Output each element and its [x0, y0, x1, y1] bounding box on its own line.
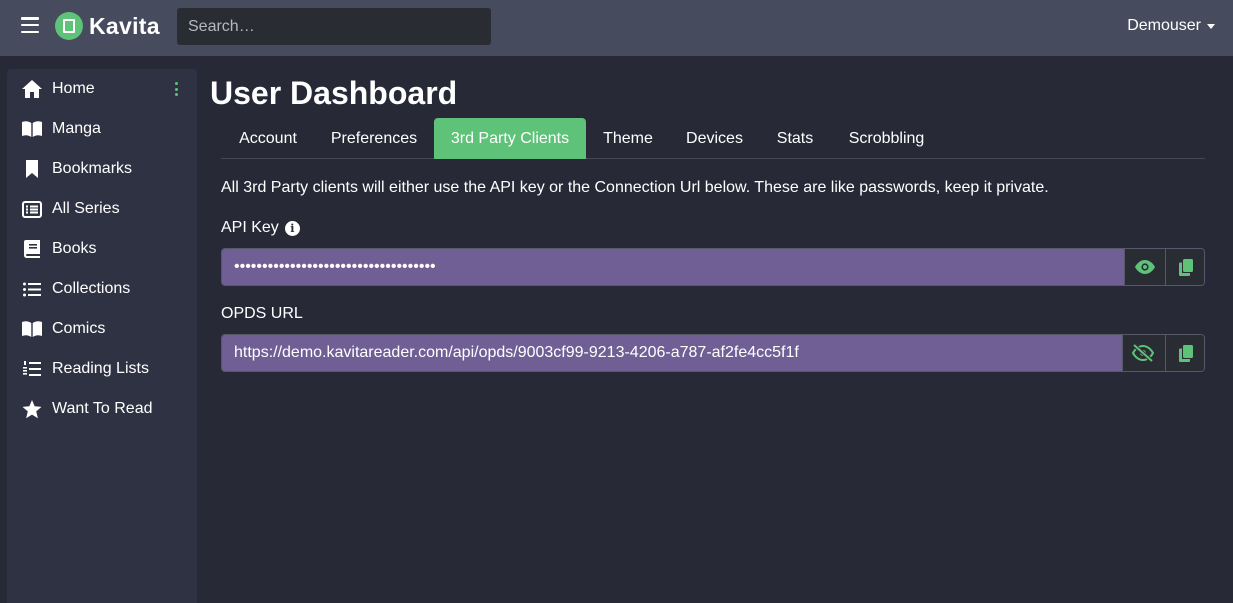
copy-opds-url-button[interactable]	[1165, 335, 1204, 371]
tab-preferences[interactable]: Preferences	[315, 118, 433, 159]
sidebar-item-manga[interactable]: Manga	[7, 109, 197, 149]
opds-url-field[interactable]: https://demo.kavitareader.com/api/opds/9…	[222, 335, 1122, 371]
sidebar-item-label: Want To Read	[52, 400, 153, 417]
hide-opds-url-button[interactable]	[1122, 335, 1163, 371]
list-alt-icon	[22, 199, 42, 219]
sidebar-item-books[interactable]: Books	[7, 229, 197, 269]
sidebar-item-bookmarks[interactable]: Bookmarks	[7, 149, 197, 189]
star-icon	[22, 399, 42, 419]
hamburger-menu-icon[interactable]	[21, 17, 39, 33]
tab-account[interactable]: Account	[221, 118, 315, 159]
user-name: Demouser	[1127, 17, 1201, 34]
tab-bar: Account Preferences 3rd Party Clients Th…	[221, 118, 1205, 159]
opds-url-input-group: https://demo.kavitareader.com/api/opds/9…	[221, 334, 1205, 372]
api-key-label-row: API Key i	[221, 219, 300, 237]
top-navbar: Kavita Demouser	[0, 0, 1233, 56]
book-icon	[22, 239, 42, 259]
sidebar-item-home[interactable]: Home	[7, 69, 197, 109]
api-key-input-group: ••••••••••••••••••••••••••••••••••••	[221, 248, 1205, 286]
list-icon	[22, 279, 42, 299]
tab-scrobbling[interactable]: Scrobbling	[831, 118, 942, 159]
sidebar-item-want-to-read[interactable]: Want To Read	[7, 389, 197, 429]
sidebar-item-reading-lists[interactable]: Reading Lists	[7, 349, 197, 389]
sidebar-item-label: Books	[52, 240, 97, 257]
tab-devices[interactable]: Devices	[670, 118, 759, 159]
sidebar-item-label: All Series	[52, 200, 120, 217]
brand-name[interactable]: Kavita	[89, 12, 160, 40]
tab-3rd-party-clients[interactable]: 3rd Party Clients	[434, 118, 586, 159]
list-ol-icon	[22, 359, 42, 379]
caret-down-icon	[1207, 23, 1215, 29]
sidebar-item-label: Collections	[52, 280, 131, 297]
eye-icon	[1135, 260, 1155, 274]
sidebar-item-label: Reading Lists	[52, 360, 149, 377]
show-api-key-button[interactable]	[1124, 249, 1165, 285]
opds-url-label: OPDS URL	[221, 305, 303, 322]
sidebar-item-collections[interactable]: Collections	[7, 269, 197, 309]
sidebar-item-label: Bookmarks	[52, 160, 133, 177]
copy-icon	[1179, 344, 1193, 362]
page-title: User Dashboard	[210, 75, 458, 111]
sidebar-item-comics[interactable]: Comics	[7, 309, 197, 349]
tab-theme[interactable]: Theme	[586, 118, 670, 159]
eye-slash-icon	[1132, 344, 1154, 362]
api-key-label: API Key	[221, 219, 279, 236]
sidebar-item-label: Manga	[52, 120, 101, 137]
info-icon[interactable]: i	[284, 220, 300, 236]
search-input[interactable]	[177, 8, 491, 45]
book-open-icon	[22, 319, 42, 339]
kavita-logo-icon[interactable]	[55, 12, 83, 40]
sidebar-item-label: Home	[52, 80, 95, 97]
bookmark-icon	[22, 159, 42, 179]
home-icon	[22, 79, 42, 99]
book-open-icon	[22, 119, 42, 139]
copy-icon	[1179, 258, 1193, 276]
sidebar-item-label: Comics	[52, 320, 106, 337]
api-key-field[interactable]: ••••••••••••••••••••••••••••••••••••	[222, 249, 1124, 285]
user-dropdown[interactable]: Demouser	[1127, 17, 1215, 35]
tab-stats[interactable]: Stats	[759, 118, 831, 159]
copy-api-key-button[interactable]	[1165, 249, 1204, 285]
sidebar: Home Manga Bookmarks All Series Books Co…	[7, 69, 197, 603]
sidebar-item-all-series[interactable]: All Series	[7, 189, 197, 229]
more-options-icon[interactable]	[174, 82, 178, 96]
description-text: All 3rd Party clients will either use th…	[221, 179, 1049, 196]
